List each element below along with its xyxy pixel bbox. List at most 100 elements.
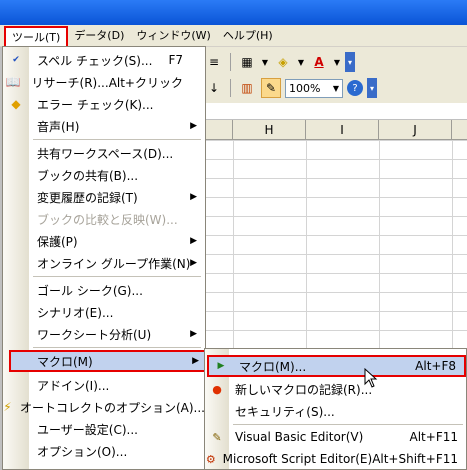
menu-item-script-editor[interactable]: ⚙ Microsoft Script Editor(E) Alt+Shift+F… bbox=[205, 448, 466, 470]
menu-item-record-macro[interactable]: ● 新しいマクロの記録(R)... bbox=[205, 378, 466, 400]
menu-item-label: ワークシート分析(U) bbox=[37, 327, 152, 342]
toolbar-options-icon[interactable]: ▾ bbox=[345, 52, 355, 72]
menu-item-shortcut: F7 bbox=[168, 53, 183, 67]
menu-item-share-workbook[interactable]: ブックの共有(B)... bbox=[3, 164, 205, 186]
menu-item-macros[interactable]: ▶ マクロ(M)... Alt+F8 bbox=[207, 355, 466, 377]
menu-tools[interactable]: ツール(T) bbox=[4, 25, 69, 46]
menu-item-security[interactable]: セキュリティ(S)... bbox=[205, 400, 466, 422]
chevron-down-icon: ▼ bbox=[332, 83, 339, 93]
menu-item-label: マクロ(M)... bbox=[239, 359, 307, 374]
zoom-value: 100% bbox=[289, 81, 321, 95]
record-icon: ● bbox=[212, 382, 222, 396]
menu-item-label: ユーザー設定(C)... bbox=[37, 422, 138, 437]
sort-icon[interactable]: ↓ bbox=[204, 78, 224, 98]
menu-item-label: 新しいマクロの記録(R)... bbox=[235, 382, 373, 397]
menu-item-label: オンライン グループ作業(N) bbox=[37, 256, 191, 271]
menu-item-shortcut: Alt+クリック bbox=[108, 75, 183, 90]
autocorrect-icon: ⚡ bbox=[3, 400, 12, 414]
menu-item-speech[interactable]: 音声(H) ▶ bbox=[3, 115, 205, 137]
column-headers: H I J bbox=[200, 120, 467, 140]
formula-bar-strip bbox=[200, 103, 467, 120]
menu-item-shared-workspace[interactable]: 共有ワークスペース(D)... bbox=[3, 142, 205, 164]
toolbar-options-icon[interactable]: ▾ bbox=[367, 78, 377, 98]
column-header-i[interactable]: I bbox=[306, 120, 379, 140]
menu-item-label: スペル チェック(S)... bbox=[37, 53, 153, 68]
menu-item-error-check[interactable]: ◆ エラー チェック(K)... bbox=[3, 93, 205, 115]
menu-item-formula-auditing[interactable]: ワークシート分析(U) ▶ bbox=[3, 323, 205, 345]
column-header-k[interactable] bbox=[452, 120, 467, 140]
title-bar bbox=[0, 0, 467, 25]
dropdown-arrow-icon[interactable]: ▼ bbox=[333, 52, 341, 72]
menu-item-label: マクロ(M) bbox=[37, 354, 93, 369]
vb-editor-icon: ✎ bbox=[212, 430, 222, 444]
drawing-icon[interactable]: ✎ bbox=[261, 78, 281, 98]
menu-item-add-ins[interactable]: アドイン(I)... bbox=[3, 374, 205, 396]
menu-separator bbox=[233, 424, 463, 425]
menu-item-goal-seek[interactable]: ゴール シーク(G)... bbox=[3, 279, 205, 301]
mouse-pointer-icon bbox=[364, 368, 378, 388]
font-color-icon[interactable]: A bbox=[309, 52, 329, 72]
menu-item-label: ゴール シーク(G)... bbox=[37, 283, 143, 298]
menu-item-label: リサーチ(R)... bbox=[31, 75, 109, 90]
menu-item-online-collaboration[interactable]: オンライン グループ作業(N) ▶ bbox=[3, 252, 205, 274]
menu-item-label: 音声(H) bbox=[37, 119, 80, 134]
column-header-h[interactable]: H bbox=[233, 120, 306, 140]
script-editor-icon: ⚙ bbox=[205, 452, 216, 466]
menu-bar: ツール(T) データ(D) ウィンドウ(W) ヘルプ(H) bbox=[0, 25, 467, 47]
menu-item-shortcut: Alt+Shift+F11 bbox=[372, 452, 458, 466]
menu-item-label: Microsoft Script Editor(E) bbox=[222, 452, 373, 466]
menu-item-scenarios[interactable]: シナリオ(E)... bbox=[3, 301, 205, 323]
run-macro-icon: ▶ bbox=[217, 361, 225, 371]
menu-item-research[interactable]: 📖 リサーチ(R)... Alt+クリック bbox=[3, 71, 205, 93]
menu-item-compare-merge: ブックの比較と反映(W)... bbox=[3, 208, 205, 230]
submenu-arrow-icon: ▶ bbox=[190, 192, 197, 202]
spelling-icon: ✔ bbox=[12, 55, 20, 65]
macro-submenu: ▶ マクロ(M)... Alt+F8 ● 新しいマクロの記録(R)... セキュ… bbox=[204, 348, 467, 470]
menu-item-customize[interactable]: ユーザー設定(C)... bbox=[3, 418, 205, 440]
toolbar-area: ≡ ▦ ▼ ◈ ▼ A ▼ ▾ ↓ ▥ ✎ 100% ▼ ? ▾ bbox=[200, 47, 467, 103]
menu-item-track-changes[interactable]: 変更履歴の記録(T) ▶ bbox=[3, 186, 205, 208]
menu-item-label: 共有ワークスペース(D)... bbox=[37, 146, 174, 161]
menu-item-label: 変更履歴の記録(T) bbox=[37, 190, 138, 205]
error-check-icon: ◆ bbox=[11, 97, 21, 111]
menu-separator bbox=[33, 276, 201, 277]
align-right-icon[interactable]: ≡ bbox=[204, 52, 224, 72]
menu-item-label: Visual Basic Editor(V) bbox=[235, 430, 364, 444]
toolbar-separator bbox=[230, 79, 231, 97]
menu-window[interactable]: ウィンドウ(W) bbox=[130, 26, 216, 46]
menu-item-shortcut: Alt+F8 bbox=[415, 359, 456, 373]
submenu-arrow-icon: ▶ bbox=[192, 356, 199, 366]
menu-item-macro[interactable]: マクロ(M) ▶ bbox=[9, 350, 209, 372]
chart-wizard-icon[interactable]: ▥ bbox=[237, 78, 257, 98]
menu-item-label: オートコレクトのオプション(A)... bbox=[19, 400, 205, 415]
menu-item-shortcut: Alt+F11 bbox=[409, 430, 458, 444]
research-icon: 📖 bbox=[5, 75, 21, 89]
menu-separator bbox=[33, 347, 201, 348]
formatting-toolbar: ≡ ▦ ▼ ◈ ▼ A ▼ ▾ bbox=[200, 49, 355, 75]
menu-item-options[interactable]: オプション(O)... bbox=[3, 440, 205, 462]
menu-item-label: エラー チェック(K)... bbox=[37, 97, 154, 112]
menu-item-label: セキュリティ(S)... bbox=[235, 404, 335, 419]
submenu-arrow-icon: ▶ bbox=[190, 236, 197, 246]
menu-item-protection[interactable]: 保護(P) ▶ bbox=[3, 230, 205, 252]
submenu-arrow-icon: ▶ bbox=[190, 121, 197, 131]
zoom-select[interactable]: 100% ▼ bbox=[285, 78, 343, 98]
menu-help[interactable]: ヘルプ(H) bbox=[217, 26, 279, 46]
tools-menu: ✔ スペル チェック(S)... F7 📖 リサーチ(R)... Alt+クリッ… bbox=[2, 46, 209, 470]
menu-item-label: 保護(P) bbox=[37, 234, 78, 249]
menu-separator bbox=[33, 139, 201, 140]
submenu-arrow-icon: ▶ bbox=[190, 258, 197, 268]
menu-item-visual-basic-editor[interactable]: ✎ Visual Basic Editor(V) Alt+F11 bbox=[205, 426, 466, 448]
menu-item-label: アドイン(I)... bbox=[37, 378, 110, 393]
borders-icon[interactable]: ▦ bbox=[237, 52, 257, 72]
menu-item-spelling[interactable]: ✔ スペル チェック(S)... F7 bbox=[3, 49, 205, 71]
menu-item-label: ブックの比較と反映(W)... bbox=[37, 212, 178, 227]
fill-color-icon[interactable]: ◈ bbox=[273, 52, 293, 72]
menu-data[interactable]: データ(D) bbox=[68, 26, 130, 46]
menu-item-autocorrect-options[interactable]: ⚡ オートコレクトのオプション(A)... bbox=[3, 396, 205, 418]
dropdown-arrow-icon[interactable]: ▼ bbox=[261, 52, 269, 72]
menu-item-label: オプション(O)... bbox=[37, 444, 128, 459]
dropdown-arrow-icon[interactable]: ▼ bbox=[297, 52, 305, 72]
column-header-j[interactable]: J bbox=[379, 120, 452, 140]
help-icon[interactable]: ? bbox=[347, 80, 363, 96]
